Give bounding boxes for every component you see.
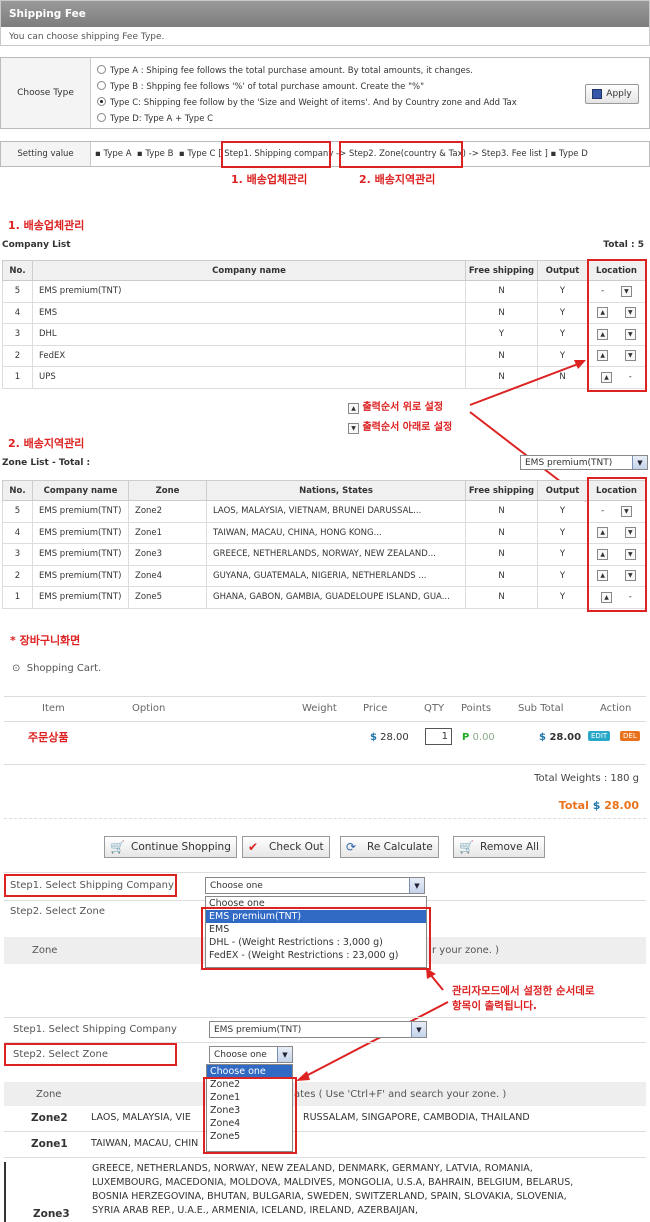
currency-icon: $: [370, 732, 377, 743]
divider: [4, 1017, 646, 1018]
chevron-down-icon: ▼: [411, 1022, 426, 1037]
table-row: 1 EMS premium(TNT) Zone5 GHANA, GABON, GAMB…: [2, 586, 646, 609]
continue-shopping-button[interactable]: 🛒 Continue Shopping: [104, 836, 237, 858]
chevron-down-icon: ▼: [632, 456, 647, 469]
points-icon: P: [462, 732, 470, 743]
cart-header: Item Option Weight Price QTY Points Sub …: [42, 703, 632, 714]
dropdown-highlight: [203, 1077, 297, 1154]
cart-icon: 🛒: [110, 840, 125, 854]
chevron-down-icon: ▼: [409, 878, 424, 893]
cart-total: Total $ 28.00: [558, 799, 639, 812]
chevron-down-icon: ▼: [277, 1047, 292, 1062]
zone-company-select[interactable]: EMS premium(TNT) ▼: [520, 455, 648, 470]
zone-row: Zone3 GREECE, NETHERLANDS, NORWAY, NEW Z…: [4, 1162, 646, 1222]
divider: [4, 764, 646, 765]
step1-label: Step1. Select Shipping Company: [13, 1024, 177, 1035]
step2-label: Step2. Select Zone: [10, 906, 105, 917]
zone-header-row: Zone ates ( Use 'Ctrl+F' and search your…: [4, 1082, 646, 1106]
remove-all-button[interactable]: 🛒 Remove All: [453, 836, 545, 858]
table-row: 2 EMS premium(TNT) Zone4 GUYANA, GUATEMALA,…: [2, 564, 646, 587]
edit-button[interactable]: EDIT: [588, 731, 611, 741]
refresh-icon: ⟳: [346, 840, 357, 854]
zone-row: Zone2 LAOS, MALAYSIA, VIE RUSSALAM, SING…: [4, 1112, 646, 1132]
table-row: 5 EMS premium(TNT) Zone2 LAOS, MALAYSIA, VI…: [2, 500, 646, 523]
cart-title: ⊙ Shopping Cart.: [12, 663, 102, 674]
delete-button[interactable]: DEL: [620, 731, 640, 741]
divider: [4, 696, 646, 697]
table-header: No. Company name Zone Nations, States Fr…: [2, 480, 646, 501]
table-row: 4 EMS premium(TNT) Zone1 TAIWAN, MACAU, CHI…: [2, 521, 646, 544]
cart-remove-icon: 🛒: [459, 840, 474, 854]
step2-highlight: [4, 1043, 177, 1066]
step1-highlight: [4, 874, 177, 897]
check-icon: ✔: [248, 840, 259, 854]
cart-row: 주문상품 $ 28.00 1 P 0.00 $ 28.00 EDIT DEL: [4, 726, 646, 752]
zone-row: Zone1 TAIWAN, MACAU, CHIN: [4, 1136, 646, 1158]
total-weights: Total Weights : 180 g: [534, 773, 639, 784]
zone-table: No. Company name Zone Nations, States Fr…: [2, 480, 646, 609]
checkout-button[interactable]: ✔ Check Out: [242, 836, 330, 858]
shipping-company-select[interactable]: Choose one ▼: [205, 877, 425, 894]
divider: [4, 818, 646, 819]
cart-annotation: * 장바구니화면: [10, 634, 81, 647]
location-highlight: [587, 477, 647, 612]
divider: [4, 721, 646, 722]
shipping-company-select[interactable]: EMS premium(TNT) ▼: [209, 1021, 427, 1038]
divider: [4, 872, 646, 873]
zone-select[interactable]: Choose one ▼: [209, 1046, 293, 1063]
table-row: 3 EMS premium(TNT) Zone3 GREECE, NETHERLAND…: [2, 543, 646, 566]
zone-list-title: Zone List - Total :: [2, 458, 91, 468]
qty-input[interactable]: 1: [425, 728, 452, 745]
section2-title: 2. 배송지역관리: [8, 437, 85, 450]
currency-icon: $: [539, 732, 546, 743]
recalculate-button[interactable]: ⟳ Re Calculate: [340, 836, 439, 858]
